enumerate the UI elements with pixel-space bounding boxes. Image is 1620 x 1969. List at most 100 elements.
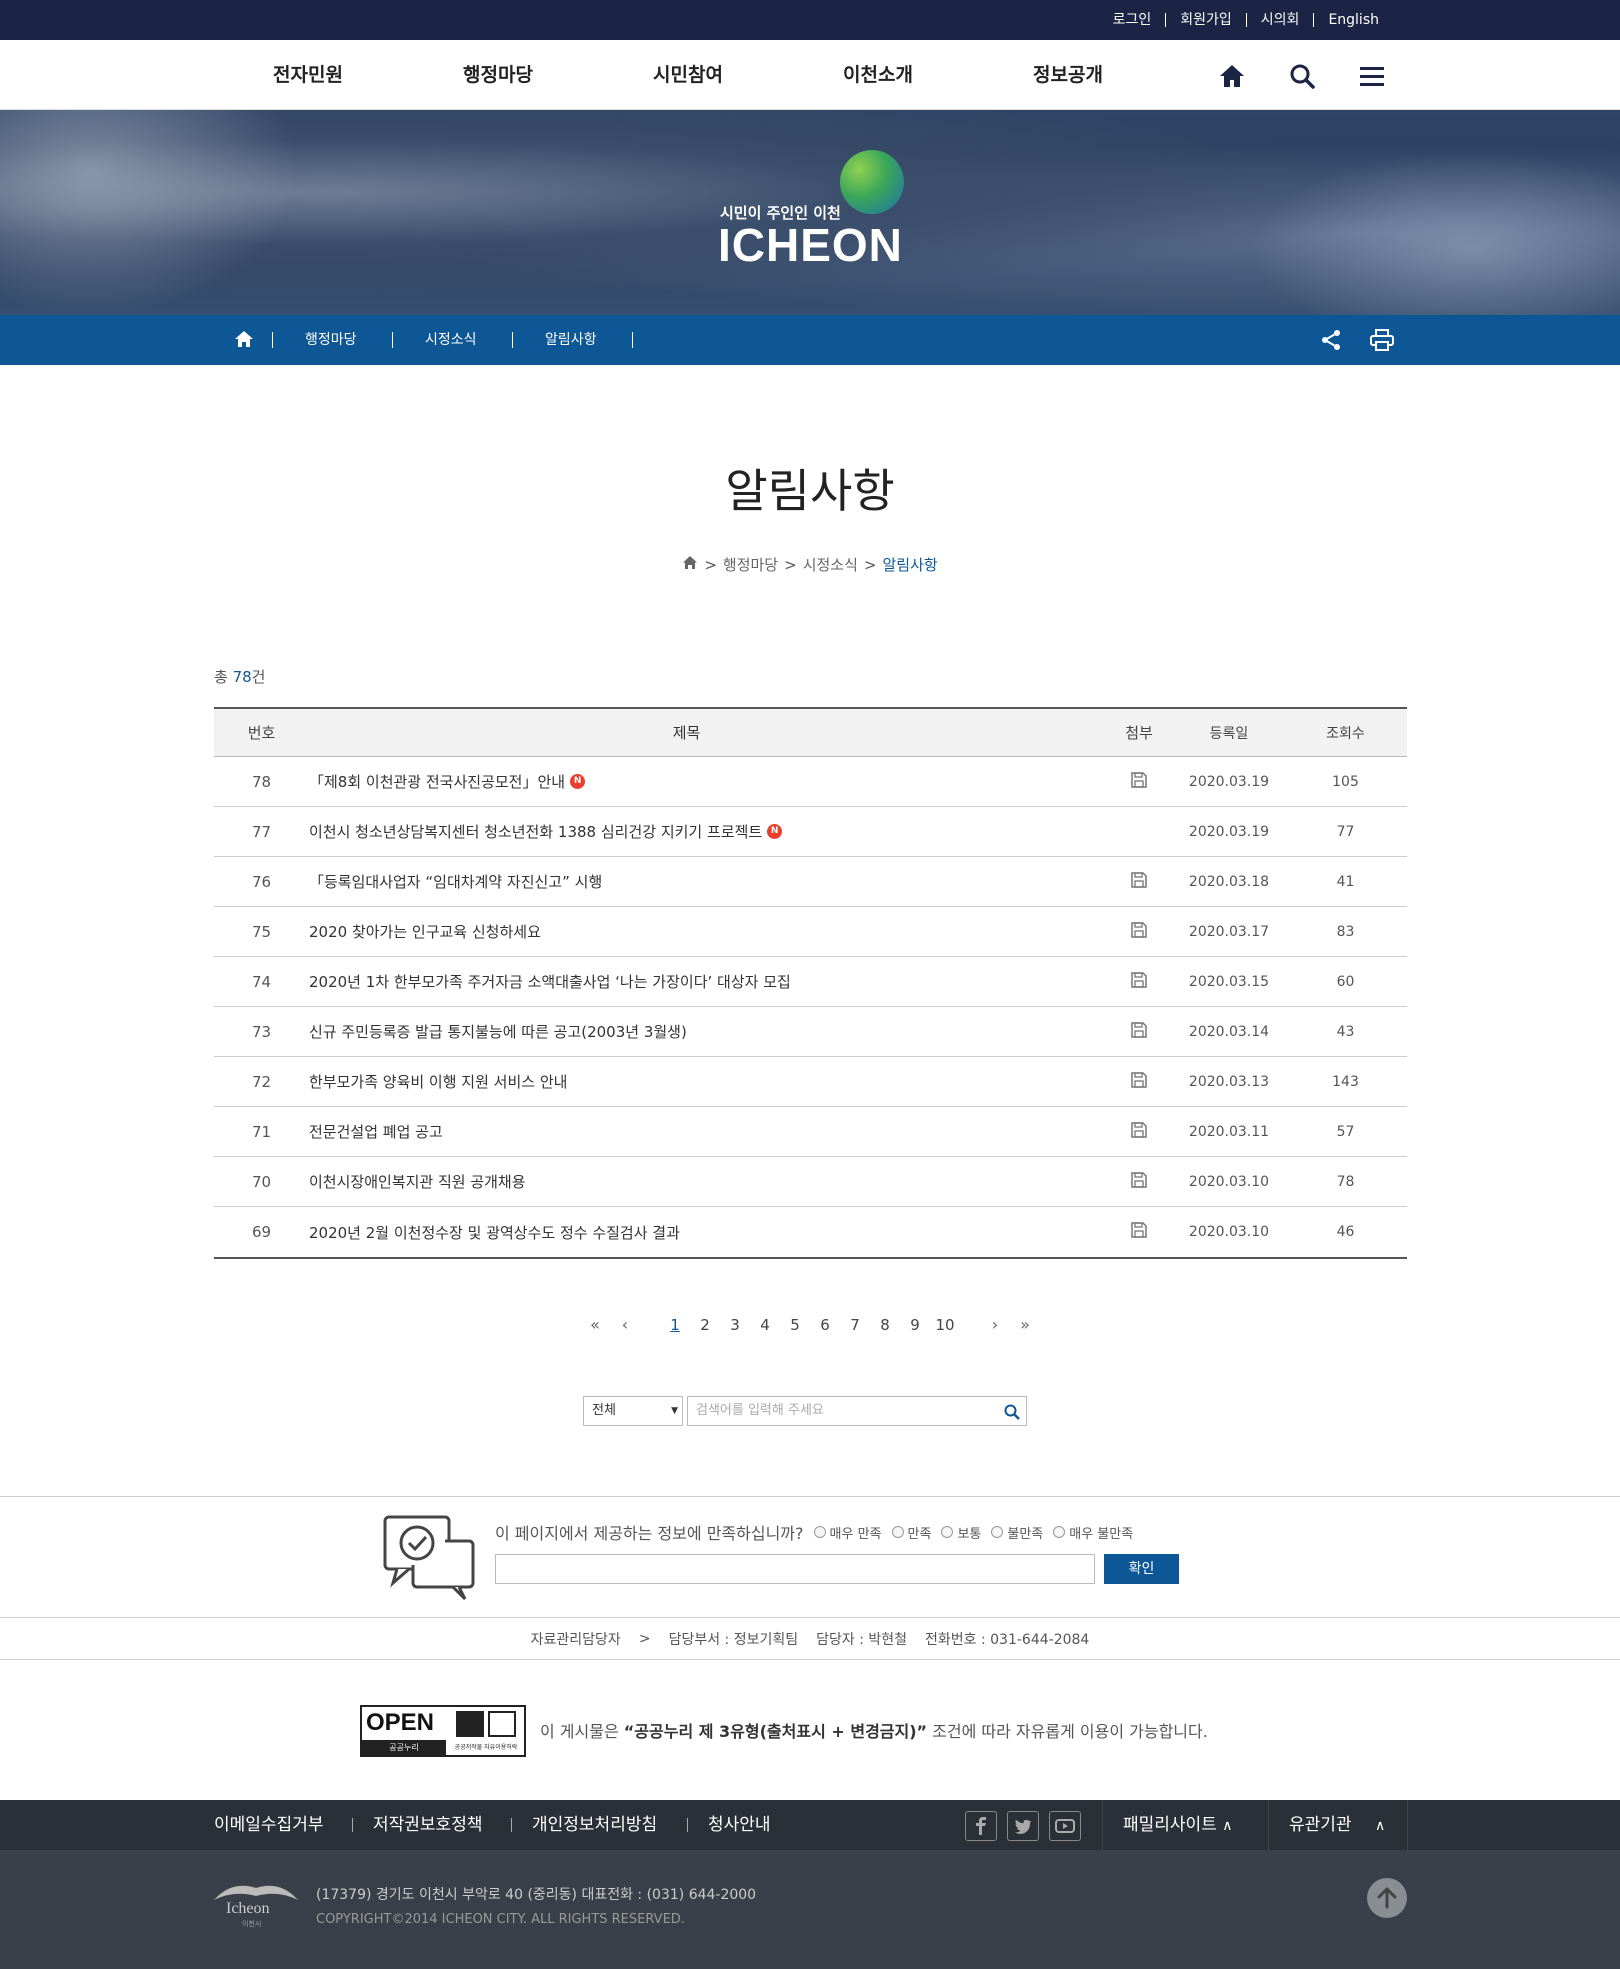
row-date: 2020.03.13 [1188,1073,1270,1090]
youtube-icon[interactable] [1049,1811,1081,1841]
col-header-date: 등록일 [1209,725,1249,742]
page-number[interactable]: 1 [660,1316,690,1334]
council-link[interactable]: 시의회 [1245,13,1314,27]
survey-submit-button[interactable]: 확인 [1104,1554,1179,1584]
english-link[interactable]: English [1313,13,1393,27]
nav-about[interactable]: 이천소개 [783,40,973,110]
twitter-icon[interactable] [1007,1811,1039,1841]
row-title[interactable]: 전문건설업 폐업 공고 [309,1107,1064,1156]
file-icon[interactable] [1130,1221,1148,1243]
page-number[interactable]: 6 [810,1316,840,1334]
table-row: 69 2020년 2월 이천정수장 및 광역상수도 정수 수질검사 결과 2020.… [214,1207,1407,1257]
breadcrumb-item[interactable]: 시정소식 [803,554,858,575]
menu-icon[interactable] [1356,60,1388,92]
page-number[interactable]: 4 [750,1316,780,1334]
row-title[interactable]: 이천시장애인복지관 직원 공개채용 [309,1157,1064,1206]
survey-option[interactable]: 매우 불만족 [1053,1523,1133,1542]
row-title[interactable]: 「등록임대사업자 “임대차계약 자진신고” 시행 [309,857,1064,906]
family-site-toggle[interactable]: 패밀리사이트 ∧ [1102,1800,1262,1850]
row-attachment[interactable] [1104,957,1174,1006]
survey-option[interactable]: 매우 만족 [813,1523,882,1542]
location-item[interactable]: 알림사항 [545,315,597,365]
row-title[interactable]: 2020년 2월 이천정수장 및 광역상수도 정수 수질검사 결과 [309,1207,1064,1257]
row-date: 2020.03.19 [1188,823,1270,840]
home-icon[interactable] [682,555,698,574]
related-org-toggle[interactable]: 유관기관 ∧ [1268,1800,1408,1850]
row-views: 60 [1336,973,1355,990]
page-number[interactable]: 9 [900,1316,930,1334]
row-title[interactable]: 신규 주민등록증 발급 통지불능에 따른 공고(2003년 3월생) [309,1007,1064,1056]
footer-copyright: COPYRIGHT©2014 ICHEON CITY. ALL RIGHTS R… [316,1912,685,1927]
home-icon[interactable] [1216,60,1248,92]
col-header-views: 조회수 [1326,725,1365,742]
footer-info: Icheon 이천시 (17379) 경기도 이천시 부악로 40 (중리동) … [0,1850,1620,1969]
row-attachment [1104,807,1174,856]
table-row: 77 이천시 청소년상담복지센터 청소년전화 1388 심리건강 지키기 프로젝트… [214,807,1407,857]
nav-civil-service[interactable]: 전자민원 [213,40,403,110]
print-icon[interactable] [1370,329,1394,355]
row-title[interactable]: 이천시 청소년상담복지센터 청소년전화 1388 심리건강 지키기 프로젝트 N [309,807,1064,856]
location-item[interactable]: 행정마당 [305,315,357,365]
row-views: 77 [1336,823,1355,840]
home-icon[interactable] [234,330,254,352]
nav-participation[interactable]: 시민참여 [593,40,783,110]
survey-option[interactable]: 만족 [891,1523,931,1542]
file-icon[interactable] [1130,771,1148,793]
page-number[interactable]: 8 [870,1316,900,1334]
footer-link-copyright[interactable]: 저작권보호정책 [373,1800,482,1850]
file-icon[interactable] [1130,1121,1148,1143]
row-title[interactable]: 한부모가족 양육비 이행 지원 서비스 안내 [309,1057,1064,1106]
row-date: 2020.03.11 [1188,1123,1270,1140]
last-page-button[interactable]: » [1010,1315,1040,1334]
survey-option[interactable]: 불만족 [991,1523,1043,1542]
next-page-button[interactable]: › [980,1315,1010,1334]
row-title[interactable]: 2020 찾아가는 인구교육 신청하세요 [309,907,1064,956]
facebook-icon[interactable] [965,1811,997,1841]
footer-link-office[interactable]: 청사안내 [708,1800,771,1850]
row-attachment[interactable] [1104,1107,1174,1156]
row-attachment[interactable] [1104,1157,1174,1206]
search-icon[interactable] [1004,1403,1020,1431]
footer-link-email[interactable]: 이메일수집거부 [214,1800,323,1850]
search-icon[interactable] [1286,60,1318,92]
prev-page-button[interactable]: ‹ [610,1315,640,1334]
row-attachment[interactable] [1104,857,1174,906]
row-number: 76 [251,872,272,891]
manager-dept: 담당부서 : 정보기획팀 [668,1631,799,1648]
page-number[interactable]: 5 [780,1316,810,1334]
col-header-no: 번호 [247,724,276,742]
file-icon[interactable] [1130,871,1148,893]
footer-link-privacy[interactable]: 개인정보처리방침 [532,1800,657,1850]
row-attachment[interactable] [1104,757,1174,806]
survey-option[interactable]: 보통 [941,1523,981,1542]
table-row: 72 한부모가족 양육비 이행 지원 서비스 안내 2020.03.13 143 [214,1057,1407,1107]
file-icon[interactable] [1130,1071,1148,1093]
page-number[interactable]: 2 [690,1316,720,1334]
table-header: 번호 제목 첨부 등록일 조회수 [214,709,1407,757]
row-attachment[interactable] [1104,1057,1174,1106]
page-number[interactable]: 7 [840,1316,870,1334]
page-number[interactable]: 10 [930,1316,960,1334]
search-input[interactable]: 검색어를 입력해 주세요 [687,1396,1027,1426]
search-category-select[interactable]: 전체 ▼ [583,1396,683,1426]
scroll-top-button[interactable] [1367,1878,1407,1918]
survey-comment-input[interactable] [495,1554,1095,1584]
row-attachment[interactable] [1104,1207,1174,1257]
file-icon[interactable] [1130,971,1148,993]
share-icon[interactable] [1320,329,1342,355]
row-attachment[interactable] [1104,907,1174,956]
location-item[interactable]: 시정소식 [425,315,477,365]
nav-disclosure[interactable]: 정보공개 [973,40,1163,110]
breadcrumb-item[interactable]: 행정마당 [723,554,778,575]
file-icon[interactable] [1130,921,1148,943]
file-icon[interactable] [1130,1171,1148,1193]
signup-link[interactable]: 회원가입 [1165,13,1246,27]
first-page-button[interactable]: « [580,1315,610,1334]
row-attachment[interactable] [1104,1007,1174,1056]
login-link[interactable]: 로그인 [1099,13,1166,27]
page-number[interactable]: 3 [720,1316,750,1334]
row-title[interactable]: 2020년 1차 한부모가족 주거자금 소액대출사업 ‘나는 가장이다’ 대상자… [309,957,1064,1006]
row-title[interactable]: 「제8회 이천관광 전국사진공모전」안내 N [309,757,1064,806]
nav-administration[interactable]: 행정마당 [403,40,593,110]
file-icon[interactable] [1130,1021,1148,1043]
